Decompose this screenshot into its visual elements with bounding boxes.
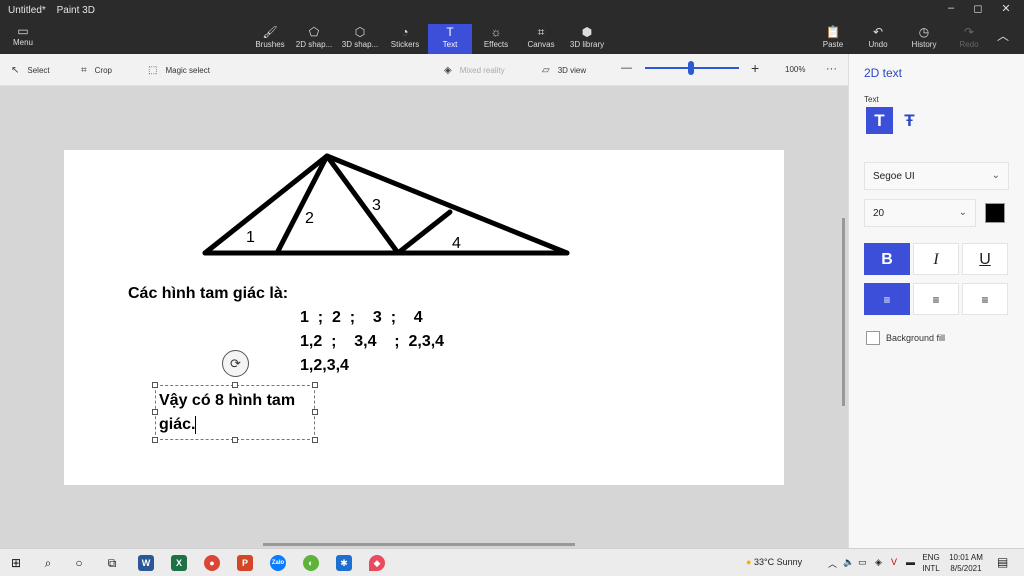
- align-left-button[interactable]: ≡: [864, 283, 910, 315]
- minimize-button[interactable]: –: [938, 2, 964, 14]
- search-icon[interactable]: ⌕: [37, 553, 59, 573]
- textbox-line-2: giác.: [159, 416, 196, 434]
- resize-handle[interactable]: [152, 437, 158, 443]
- resize-handle[interactable]: [312, 409, 318, 415]
- redo-button[interactable]: ↷ Redo: [949, 24, 989, 49]
- zalo-icon[interactable]: Zalo: [270, 555, 286, 571]
- windows-start-icon[interactable]: ⊞: [5, 553, 27, 573]
- background-fill-checkbox[interactable]: [866, 331, 880, 345]
- close-button[interactable]: ✕: [993, 2, 1019, 15]
- triangle-label-4: 4: [452, 235, 461, 252]
- collapse-ribbon-button[interactable]: ︿: [988, 28, 1018, 44]
- triangle-drawing[interactable]: [0, 0, 848, 548]
- history-icon: ◷: [918, 25, 930, 39]
- redo-label: Redo: [959, 40, 979, 49]
- font-size-value: 20: [873, 208, 885, 219]
- drawing-line: [202, 153, 330, 256]
- font-family-select[interactable]: Segoe UI ⌄: [864, 162, 1009, 190]
- app-icon[interactable]: ◐: [303, 555, 319, 571]
- paint3d-window: Untitled* Paint 3D – ◻ ✕ ▭ Menu 🖌 Brushes…: [0, 0, 1024, 576]
- chevron-down-icon: ⌄: [991, 170, 1000, 181]
- textbox-line-2-wrap: giác.: [159, 416, 197, 434]
- font-family-value: Segoe UI: [873, 171, 915, 182]
- plain-text-button[interactable]: T: [866, 107, 893, 134]
- lang-line-2: INTL: [922, 564, 940, 573]
- battery-icon[interactable]: ▬: [906, 557, 915, 567]
- italic-button[interactable]: I: [913, 243, 959, 275]
- align-right-button[interactable]: ≡: [962, 283, 1008, 315]
- maximize-button[interactable]: ◻: [965, 2, 991, 15]
- lang-line-1: ENG: [922, 553, 940, 562]
- horizontal-scrollbar[interactable]: [263, 543, 575, 546]
- answer-line-1: 1 ; 2 ; 3 ; 4: [300, 309, 423, 326]
- resize-handle[interactable]: [312, 382, 318, 388]
- triangle-label-2: 2: [305, 210, 314, 227]
- powerpoint-icon[interactable]: P: [237, 555, 253, 571]
- rotate-handle[interactable]: ⟳: [222, 350, 249, 377]
- clock[interactable]: 10:01 AM 8/5/2021: [946, 552, 986, 574]
- resize-handle[interactable]: [152, 409, 158, 415]
- bold-button[interactable]: B: [864, 243, 910, 275]
- cortana-icon[interactable]: ○: [68, 553, 90, 573]
- align-right-icon: ≡: [981, 293, 989, 307]
- align-left-icon: ≡: [883, 293, 891, 307]
- panel-title: 2D text: [864, 66, 903, 80]
- resize-handle[interactable]: [152, 382, 158, 388]
- text-type-label: Text: [864, 95, 879, 104]
- speaker-icon[interactable]: 🔈: [843, 557, 854, 568]
- weather-widget[interactable]: ● 33°C Sunny: [746, 557, 802, 567]
- textbox-line-1: Vậy có 8 hình tam: [159, 392, 296, 409]
- text-properties-panel: 2D text Text T Ŧ Segoe UI ⌄ 20 ⌄ B I U ≡ ≡…: [848, 54, 1024, 548]
- taskbar: ⊞ ⌕ ○ ⧉ W X ● P Zalo ◐ ✱ ◆ ● 33°C Sunny …: [0, 548, 1024, 576]
- word-icon[interactable]: W: [138, 555, 154, 571]
- weather-text: 33°C Sunny: [753, 557, 803, 567]
- undo-icon: ↶: [872, 25, 884, 39]
- language-indicator[interactable]: ENG INTL: [920, 552, 942, 574]
- answer-line-2: 1,2 ; 3,4 ; 2,3,4: [300, 333, 445, 350]
- paint3d-taskbar-icon[interactable]: ◆: [369, 555, 385, 571]
- chevron-up-icon: ︿: [996, 29, 1009, 43]
- triangle-label-3: 3: [372, 197, 381, 214]
- background-fill-label: Background fill: [886, 333, 946, 343]
- heading-text: Các hình tam giác là:: [128, 285, 289, 302]
- redo-icon: ↷: [963, 25, 975, 39]
- 3d-text-icon: Ŧ: [904, 111, 915, 130]
- vietkey-icon[interactable]: V: [891, 557, 897, 567]
- clock-date: 8/5/2021: [950, 564, 982, 573]
- history-button[interactable]: ◷ History: [904, 24, 944, 49]
- vertical-scrollbar[interactable]: [842, 218, 845, 406]
- underline-button[interactable]: U: [962, 243, 1008, 275]
- drawing-line: [395, 209, 453, 256]
- sun-icon: ●: [746, 557, 752, 567]
- snowflake-app-icon[interactable]: ✱: [336, 555, 352, 571]
- text-icon: T: [874, 111, 885, 130]
- excel-icon[interactable]: X: [171, 555, 187, 571]
- notifications-icon[interactable]: ▤: [997, 555, 1008, 569]
- answer-line-3: 1,2,3,4: [300, 357, 349, 374]
- clock-time: 10:01 AM: [949, 553, 983, 562]
- task-view-icon[interactable]: ⧉: [101, 553, 123, 573]
- network-icon[interactable]: ▭: [858, 557, 867, 568]
- chrome-icon[interactable]: ●: [204, 555, 220, 571]
- text-color-swatch[interactable]: [985, 203, 1005, 223]
- drawing-line: [274, 153, 330, 256]
- tray-app-icon[interactable]: ◈: [875, 557, 882, 568]
- triangle-label-1: 1: [246, 229, 255, 246]
- align-center-icon: ≡: [932, 293, 940, 307]
- rotate-icon: ⟳: [230, 356, 241, 371]
- resize-handle[interactable]: [232, 437, 238, 443]
- resize-handle[interactable]: [312, 437, 318, 443]
- show-hidden-icons-icon[interactable]: ︿: [828, 557, 837, 570]
- chevron-down-icon: ⌄: [958, 207, 967, 218]
- align-center-button[interactable]: ≡: [913, 283, 959, 315]
- undo-button[interactable]: ↶ Undo: [858, 24, 898, 49]
- 3d-text-button[interactable]: Ŧ: [896, 107, 923, 134]
- font-size-select[interactable]: 20 ⌄: [864, 199, 976, 227]
- history-label: History: [911, 40, 937, 49]
- undo-label: Undo: [868, 40, 888, 49]
- resize-handle[interactable]: [232, 382, 238, 388]
- text-caret: [195, 416, 197, 434]
